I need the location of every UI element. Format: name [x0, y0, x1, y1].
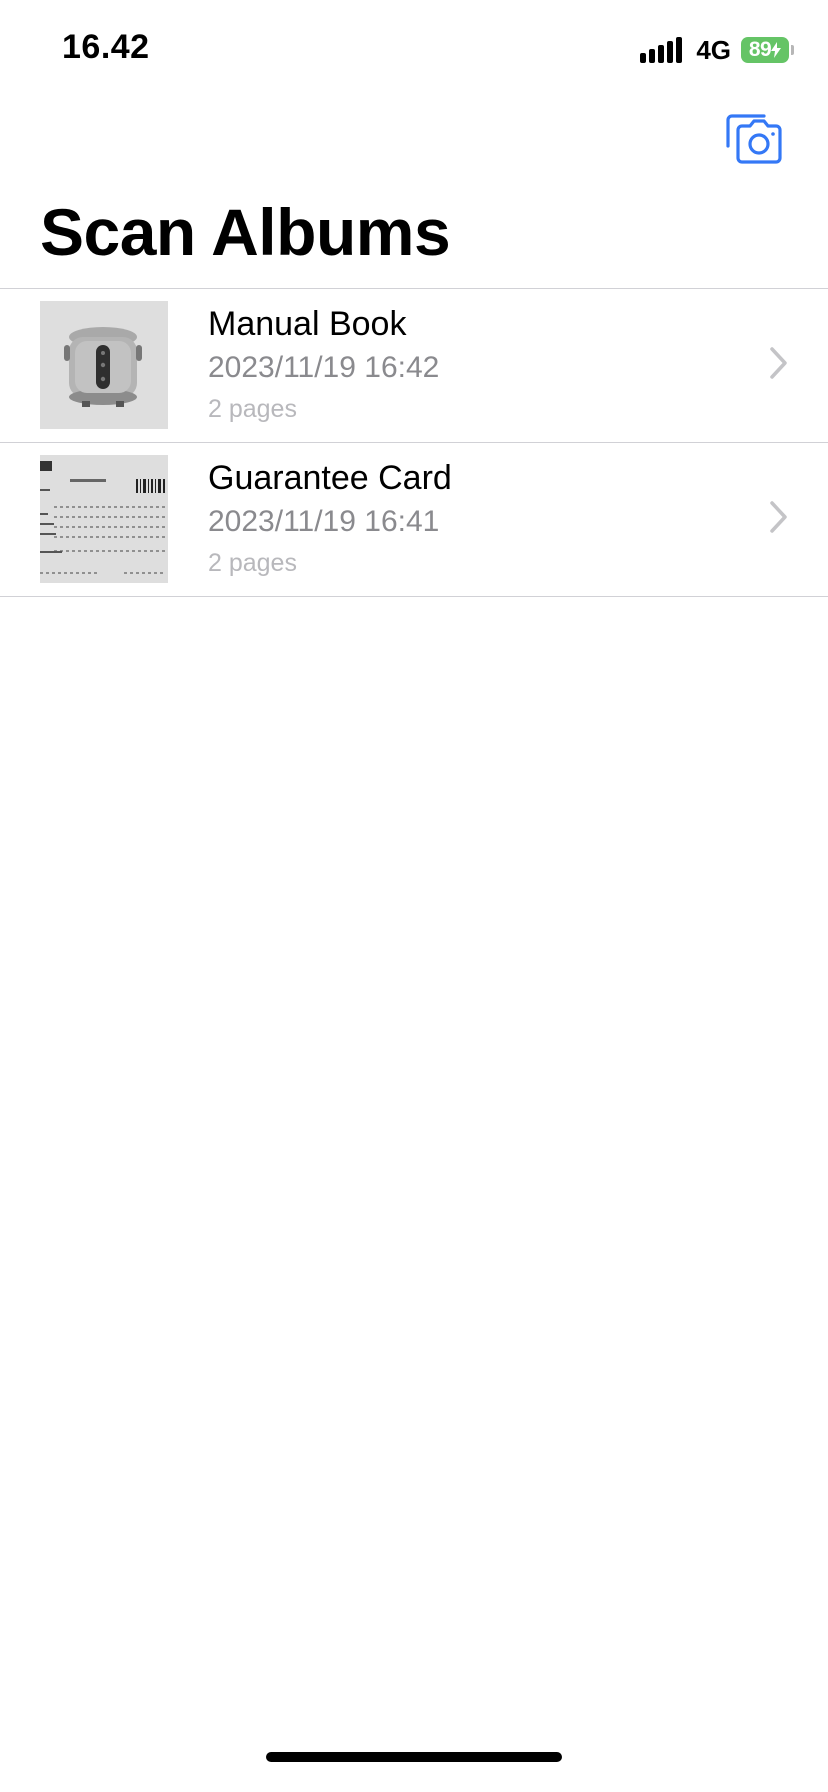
chevron-right-icon [770, 501, 787, 533]
chevron-right-icon [770, 347, 787, 379]
signal-icon [640, 37, 683, 63]
screen: 16.42 4G 89 Scan Albums Manual Book 2023… [0, 0, 828, 1792]
album-page-count: 2 pages [208, 549, 297, 577]
album-row-guarantee-card[interactable]: Guarantee Card 2023/11/19 16:41 2 pages [0, 443, 828, 597]
home-indicator[interactable] [266, 1752, 562, 1762]
camera-button[interactable] [724, 112, 784, 168]
status-bar: 16.42 4G 89 [0, 0, 828, 100]
album-row-manual-book[interactable]: Manual Book 2023/11/19 16:42 2 pages [0, 289, 828, 443]
rice-cooker-thumbnail-icon [40, 301, 168, 429]
album-thumbnail [40, 301, 168, 429]
album-name: Guarantee Card [208, 459, 452, 497]
charging-bolt-icon [771, 42, 782, 58]
battery-percent: 89 [748, 38, 772, 61]
album-date: 2023/11/19 16:42 [208, 351, 440, 384]
status-indicators: 4G 89 [640, 34, 794, 66]
guarantee-card-thumbnail-icon [40, 455, 168, 583]
album-page-count: 2 pages [208, 395, 297, 423]
status-time: 16.42 [62, 28, 150, 66]
album-name: Manual Book [208, 305, 407, 343]
network-type: 4G [696, 34, 731, 65]
album-thumbnail [40, 455, 168, 583]
album-date: 2023/11/19 16:41 [208, 505, 440, 538]
camera-icon [726, 114, 782, 164]
album-list: Manual Book 2023/11/19 16:42 2 pages Gua… [0, 288, 828, 597]
page-title: Scan Albums [40, 195, 451, 269]
battery-icon: 89 [741, 37, 794, 63]
battery-level: 89 [741, 37, 789, 63]
